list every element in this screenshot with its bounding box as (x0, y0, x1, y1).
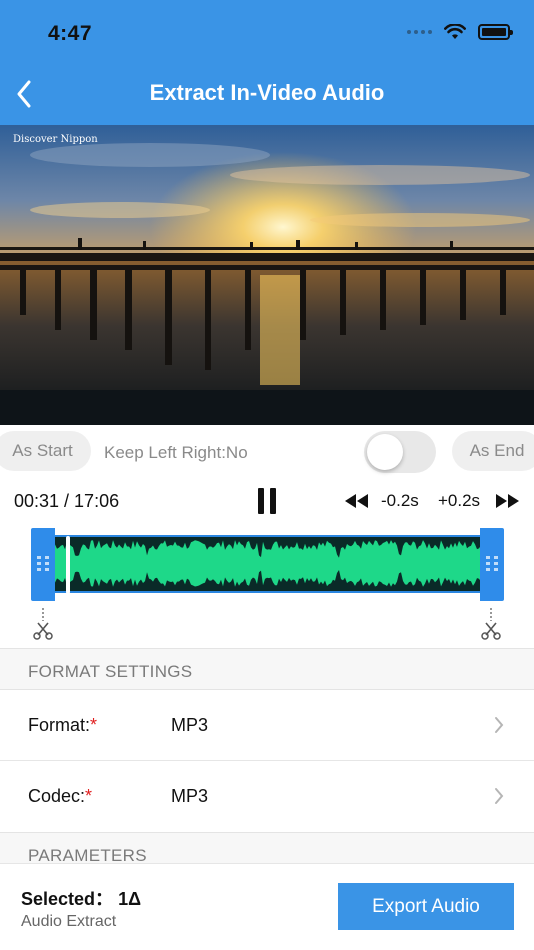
video-frame-image (0, 125, 534, 425)
keep-left-right-toggle[interactable] (364, 431, 436, 473)
codec-label: Codec:* (28, 786, 93, 806)
scissors-icon (33, 608, 53, 640)
wifi-icon (444, 24, 466, 39)
video-preview[interactable]: Discover Nippon (0, 125, 534, 425)
format-settings-header: FORMAT SETTINGS (0, 648, 534, 690)
video-watermark: Discover Nippon (13, 134, 98, 145)
waveform (53, 535, 483, 593)
playback-row: 00:31 / 17:06 -0.2s +0.2s (0, 484, 534, 518)
battery-icon (478, 24, 513, 40)
codec-row[interactable]: Codec:* MP3 (0, 762, 534, 832)
codec-value: MP3 (171, 786, 209, 806)
keep-left-right-label: Keep Left Right:No (104, 443, 248, 462)
parameters-header: PARAMETERS (0, 832, 534, 864)
as-end-button[interactable]: As End (452, 431, 534, 471)
nav-header: 4:47 Extract In-Video Audio (0, 0, 534, 125)
scissors-icon (481, 608, 501, 640)
waveform-trimmer[interactable] (31, 528, 504, 601)
step-back-button[interactable]: -0.2s (381, 491, 419, 511)
status-icons (407, 24, 513, 40)
chevron-right-icon (495, 717, 504, 733)
selected-count: Selected： 1Δ (21, 889, 142, 909)
app-screen: 4:47 Extract In-Video Audio Discover Nip… (0, 0, 534, 950)
fast-forward-icon[interactable] (494, 493, 520, 514)
format-row[interactable]: Format:* MP3 (0, 691, 534, 761)
chevron-right-icon (495, 788, 504, 804)
step-forward-button[interactable]: +0.2s (438, 491, 480, 511)
status-time: 4:47 (48, 22, 93, 45)
page-title: Extract In-Video Audio (149, 80, 385, 105)
playhead[interactable] (66, 536, 70, 594)
rewind-icon[interactable] (344, 493, 370, 514)
trim-end-handle[interactable] (480, 528, 504, 601)
export-audio-button[interactable]: Export Audio (338, 883, 514, 930)
waveform-graphic (53, 540, 483, 587)
toggle-knob (367, 434, 403, 470)
required-mark: * (85, 786, 93, 806)
as-start-button[interactable]: As Start (0, 431, 91, 471)
playback-time: 00:31 / 17:06 (14, 491, 120, 511)
pause-button[interactable] (254, 486, 280, 516)
format-value: MP3 (171, 715, 209, 735)
selected-subtitle: Audio Extract (21, 913, 117, 930)
bottom-bar: Selected： 1Δ Audio Extract Export Audio (0, 863, 534, 950)
waveform-shape (53, 540, 483, 587)
format-label: Format:* (28, 715, 98, 735)
signal-dots-icon (407, 30, 432, 34)
required-mark: * (90, 715, 98, 735)
trim-start-handle[interactable] (31, 528, 55, 601)
trim-controls: As Start Keep Left Right:No As End (0, 428, 534, 476)
